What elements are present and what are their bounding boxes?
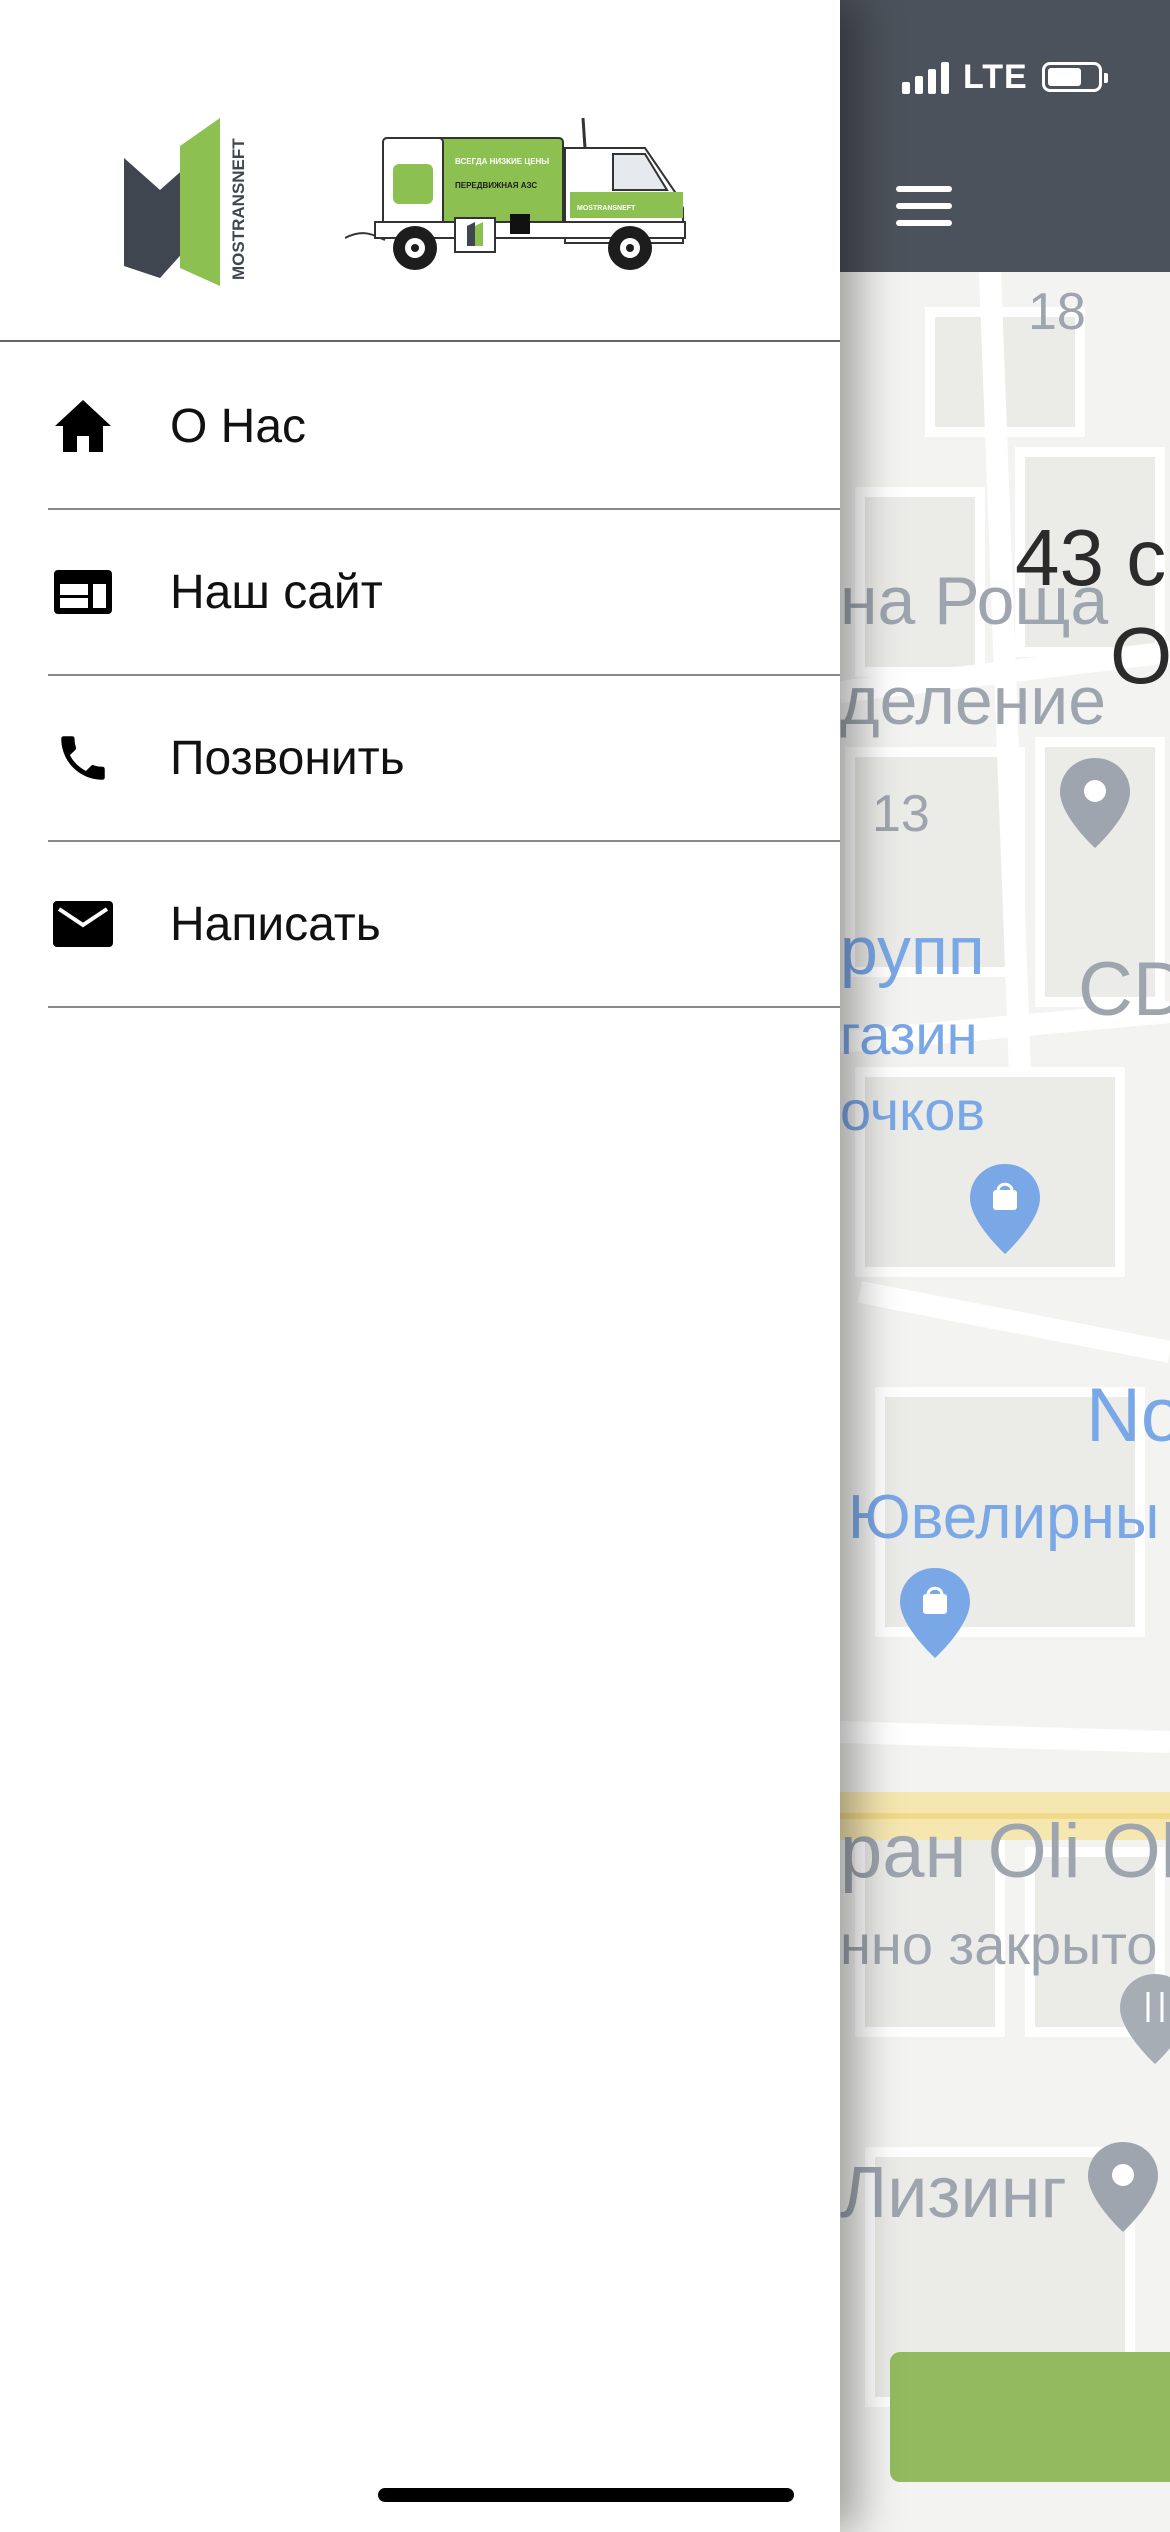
map-label: Ювелирны xyxy=(848,1483,1160,1552)
menu-item-about[interactable]: О Нас xyxy=(48,344,840,510)
map-label: О xyxy=(1110,611,1170,700)
shopping-pin-icon[interactable] xyxy=(970,1164,1040,1254)
action-button[interactable] xyxy=(890,2352,1170,2482)
shopping-pin-icon[interactable] xyxy=(900,1568,970,1658)
home-indicator[interactable] xyxy=(378,2488,794,2502)
battery-icon xyxy=(1041,62,1108,92)
menu-item-label: О Нас xyxy=(170,399,307,453)
map-label: Лизинг xyxy=(840,2153,1067,2233)
menu-item-call[interactable]: Позвонить xyxy=(48,676,840,842)
svg-text:MOSTRANSNEFT: MOSTRANSNEFT xyxy=(577,205,636,212)
logo-wordmark: MOSTRANSNEFT xyxy=(229,138,248,280)
web-icon xyxy=(52,561,114,623)
phone-icon xyxy=(52,727,114,789)
map-label: CD xyxy=(1078,947,1170,1032)
menu-icon[interactable] xyxy=(896,186,952,226)
drawer-header: MOSTRANSNEFT ВСЕГДА НИЗКИЕ ЦЕНЫ ПЕРЕДВИЖ… xyxy=(0,0,840,342)
network-type: LTE xyxy=(963,57,1028,96)
map-label: деление xyxy=(840,663,1107,739)
mail-icon xyxy=(52,893,114,955)
svg-text:ПЕРЕДВИЖНАЯ АЗС: ПЕРЕДВИЖНАЯ АЗС xyxy=(455,181,537,190)
map-label: очков xyxy=(840,1079,986,1142)
fuel-truck-illustration: ВСЕГДА НИЗКИЕ ЦЕНЫ ПЕРЕДВИЖНАЯ АЗС MOSTR… xyxy=(345,118,686,270)
home-icon xyxy=(52,395,114,457)
map-label: газин xyxy=(840,1003,978,1066)
menu-item-label: Позвонить xyxy=(170,731,405,785)
map-view[interactable]: 18 43 с О на Роща деление 13 рупп газин … xyxy=(840,272,1170,2532)
app-header: LTE xyxy=(840,0,1170,272)
menu-item-label: Написать xyxy=(170,897,381,951)
place-pin-icon[interactable] xyxy=(1060,758,1130,848)
map-label: 18 xyxy=(1028,283,1086,341)
map-label: ран Oli Ol xyxy=(840,1809,1170,1894)
menu-item-write[interactable]: Написать xyxy=(48,842,840,1008)
map-label: на Роща xyxy=(840,563,1109,639)
restaurant-pin-icon[interactable] xyxy=(1120,1974,1170,2064)
map-label: No xyxy=(1086,1373,1170,1458)
signal-icon xyxy=(902,60,949,94)
svg-text:ВСЕГДА НИЗКИЕ ЦЕНЫ: ВСЕГДА НИЗКИЕ ЦЕНЫ xyxy=(455,157,549,166)
status-bar: LTE xyxy=(902,52,1108,102)
menu-item-label: Наш сайт xyxy=(170,565,383,619)
place-pin-icon[interactable] xyxy=(1088,2142,1158,2232)
map-label: 13 xyxy=(872,785,930,843)
drawer-menu: О Нас Наш сайт Позвонить Написать xyxy=(0,344,840,1008)
map-label: рупп xyxy=(840,913,985,989)
menu-item-website[interactable]: Наш сайт xyxy=(48,510,840,676)
map-app-screen: LTE 18 43 с О на Роща деление 13 рупп га… xyxy=(840,0,1170,2532)
svg-text:MOSTRANSNEFT: MOSTRANSNEFT xyxy=(229,138,248,280)
map-label: нно закрыто xyxy=(840,1913,1158,1976)
side-drawer: MOSTRANSNEFT ВСЕГДА НИЗКИЕ ЦЕНЫ ПЕРЕДВИЖ… xyxy=(0,0,840,2532)
